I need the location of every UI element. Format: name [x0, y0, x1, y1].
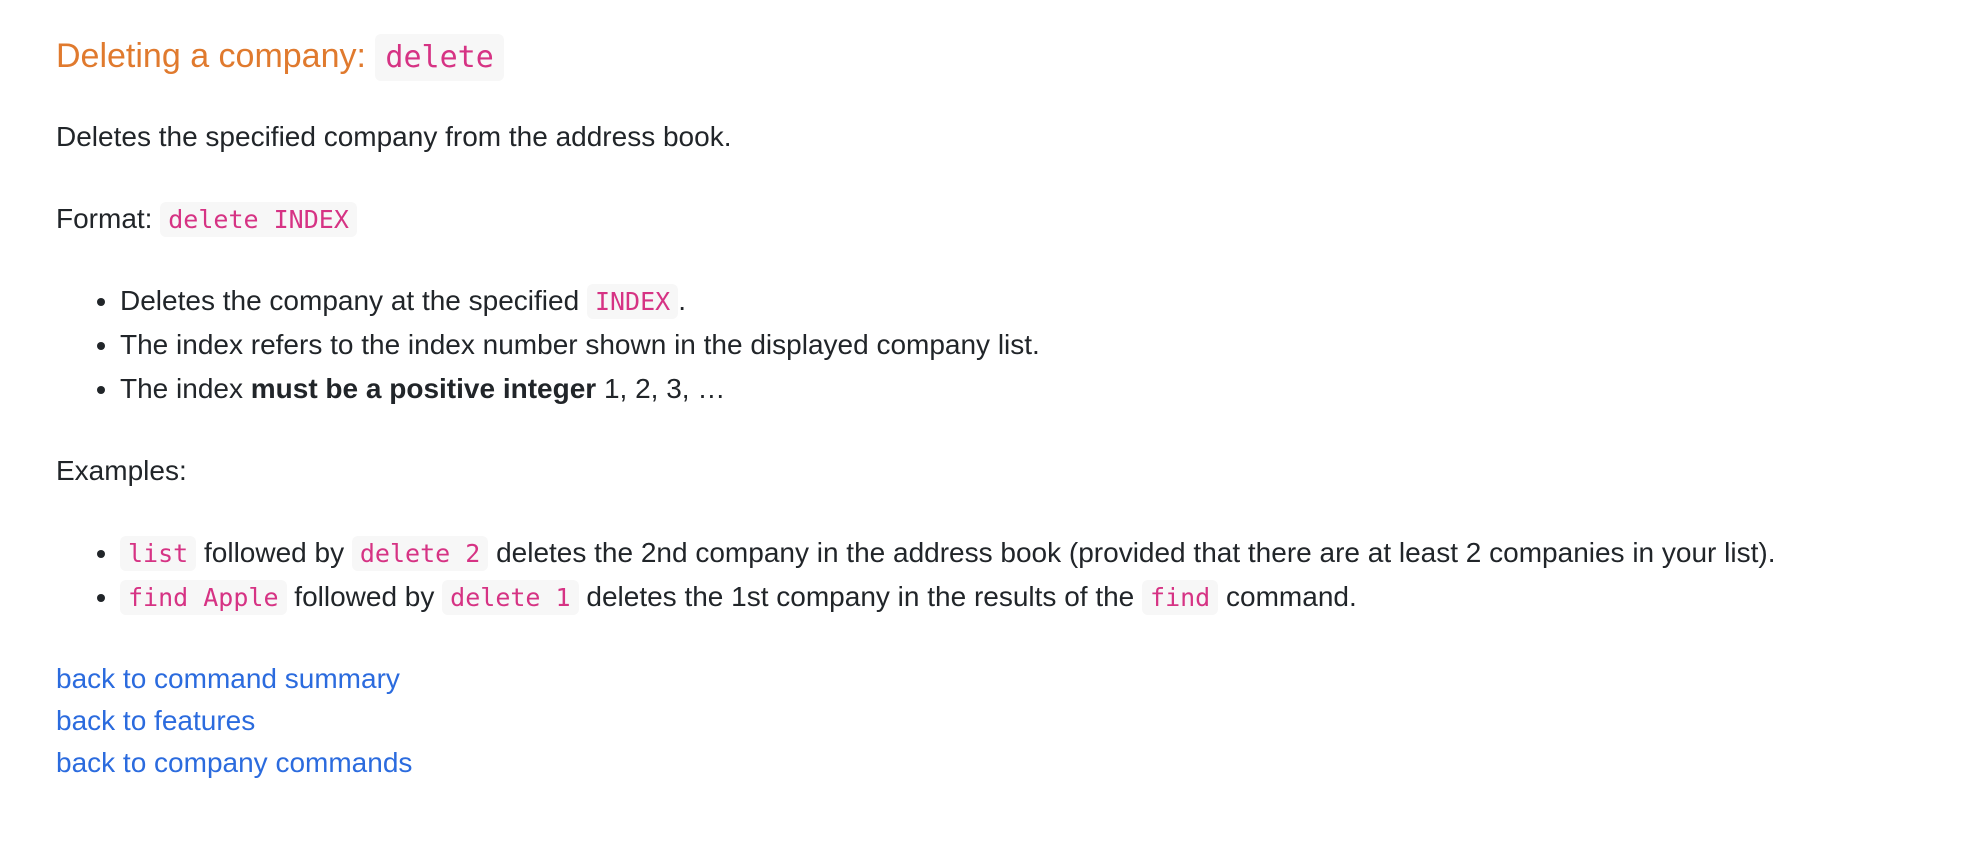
example-code: find Apple: [120, 580, 287, 616]
example-text: command.: [1226, 581, 1357, 613]
format-line: Format: delete INDEX: [56, 198, 1920, 240]
page-content: Deleting a company: delete Deletes the s…: [0, 0, 1976, 784]
note-text: The index: [120, 373, 243, 405]
description: Deletes the specified company from the a…: [56, 121, 732, 153]
link-company-commands[interactable]: back to company commands: [56, 742, 1920, 784]
example-text: followed by: [204, 537, 345, 569]
note-bold: must be a positive integer: [250, 373, 597, 405]
note-text: Deletes the company at the specified: [120, 285, 580, 317]
link-command-summary[interactable]: back to command summary: [56, 658, 1920, 700]
format-label: Format:: [56, 203, 153, 235]
examples-list: list followed by delete 2 deletes the 2n…: [56, 532, 1920, 618]
format-code: delete INDEX: [160, 202, 357, 238]
note-text: 1, 2, 3, …: [603, 373, 726, 405]
note-code: INDEX: [586, 284, 679, 320]
list-item: find Apple followed by delete 1 deletes …: [120, 576, 1920, 618]
note-text: The index refers to the index number sho…: [120, 329, 1040, 361]
section-heading: Deleting a company: delete: [56, 34, 1920, 81]
example-text: deletes the 2nd company in the address b…: [496, 537, 1776, 569]
example-code: list: [120, 536, 197, 572]
example-text: followed by: [294, 581, 435, 613]
section-heading-code: delete: [375, 34, 504, 81]
example-code: find: [1142, 580, 1219, 616]
examples-label: Examples:: [56, 455, 187, 487]
example-code: delete 1: [442, 580, 579, 616]
section-heading-text: Deleting a company:: [56, 37, 366, 75]
link-features[interactable]: back to features: [56, 700, 1920, 742]
example-code: delete 2: [351, 536, 489, 572]
list-item: list followed by delete 2 deletes the 2n…: [120, 532, 1920, 574]
navigation-links: back to command summary back to features…: [56, 658, 1920, 784]
list-item: Deletes the company at the specified IND…: [120, 280, 1920, 322]
example-text: deletes the 1st company in the results o…: [586, 581, 1135, 613]
notes-list: Deletes the company at the specified IND…: [56, 280, 1920, 410]
list-item: The index refers to the index number sho…: [120, 324, 1920, 366]
list-item: The index must be a positive integer 1, …: [120, 368, 1920, 410]
note-text: .: [678, 285, 686, 317]
